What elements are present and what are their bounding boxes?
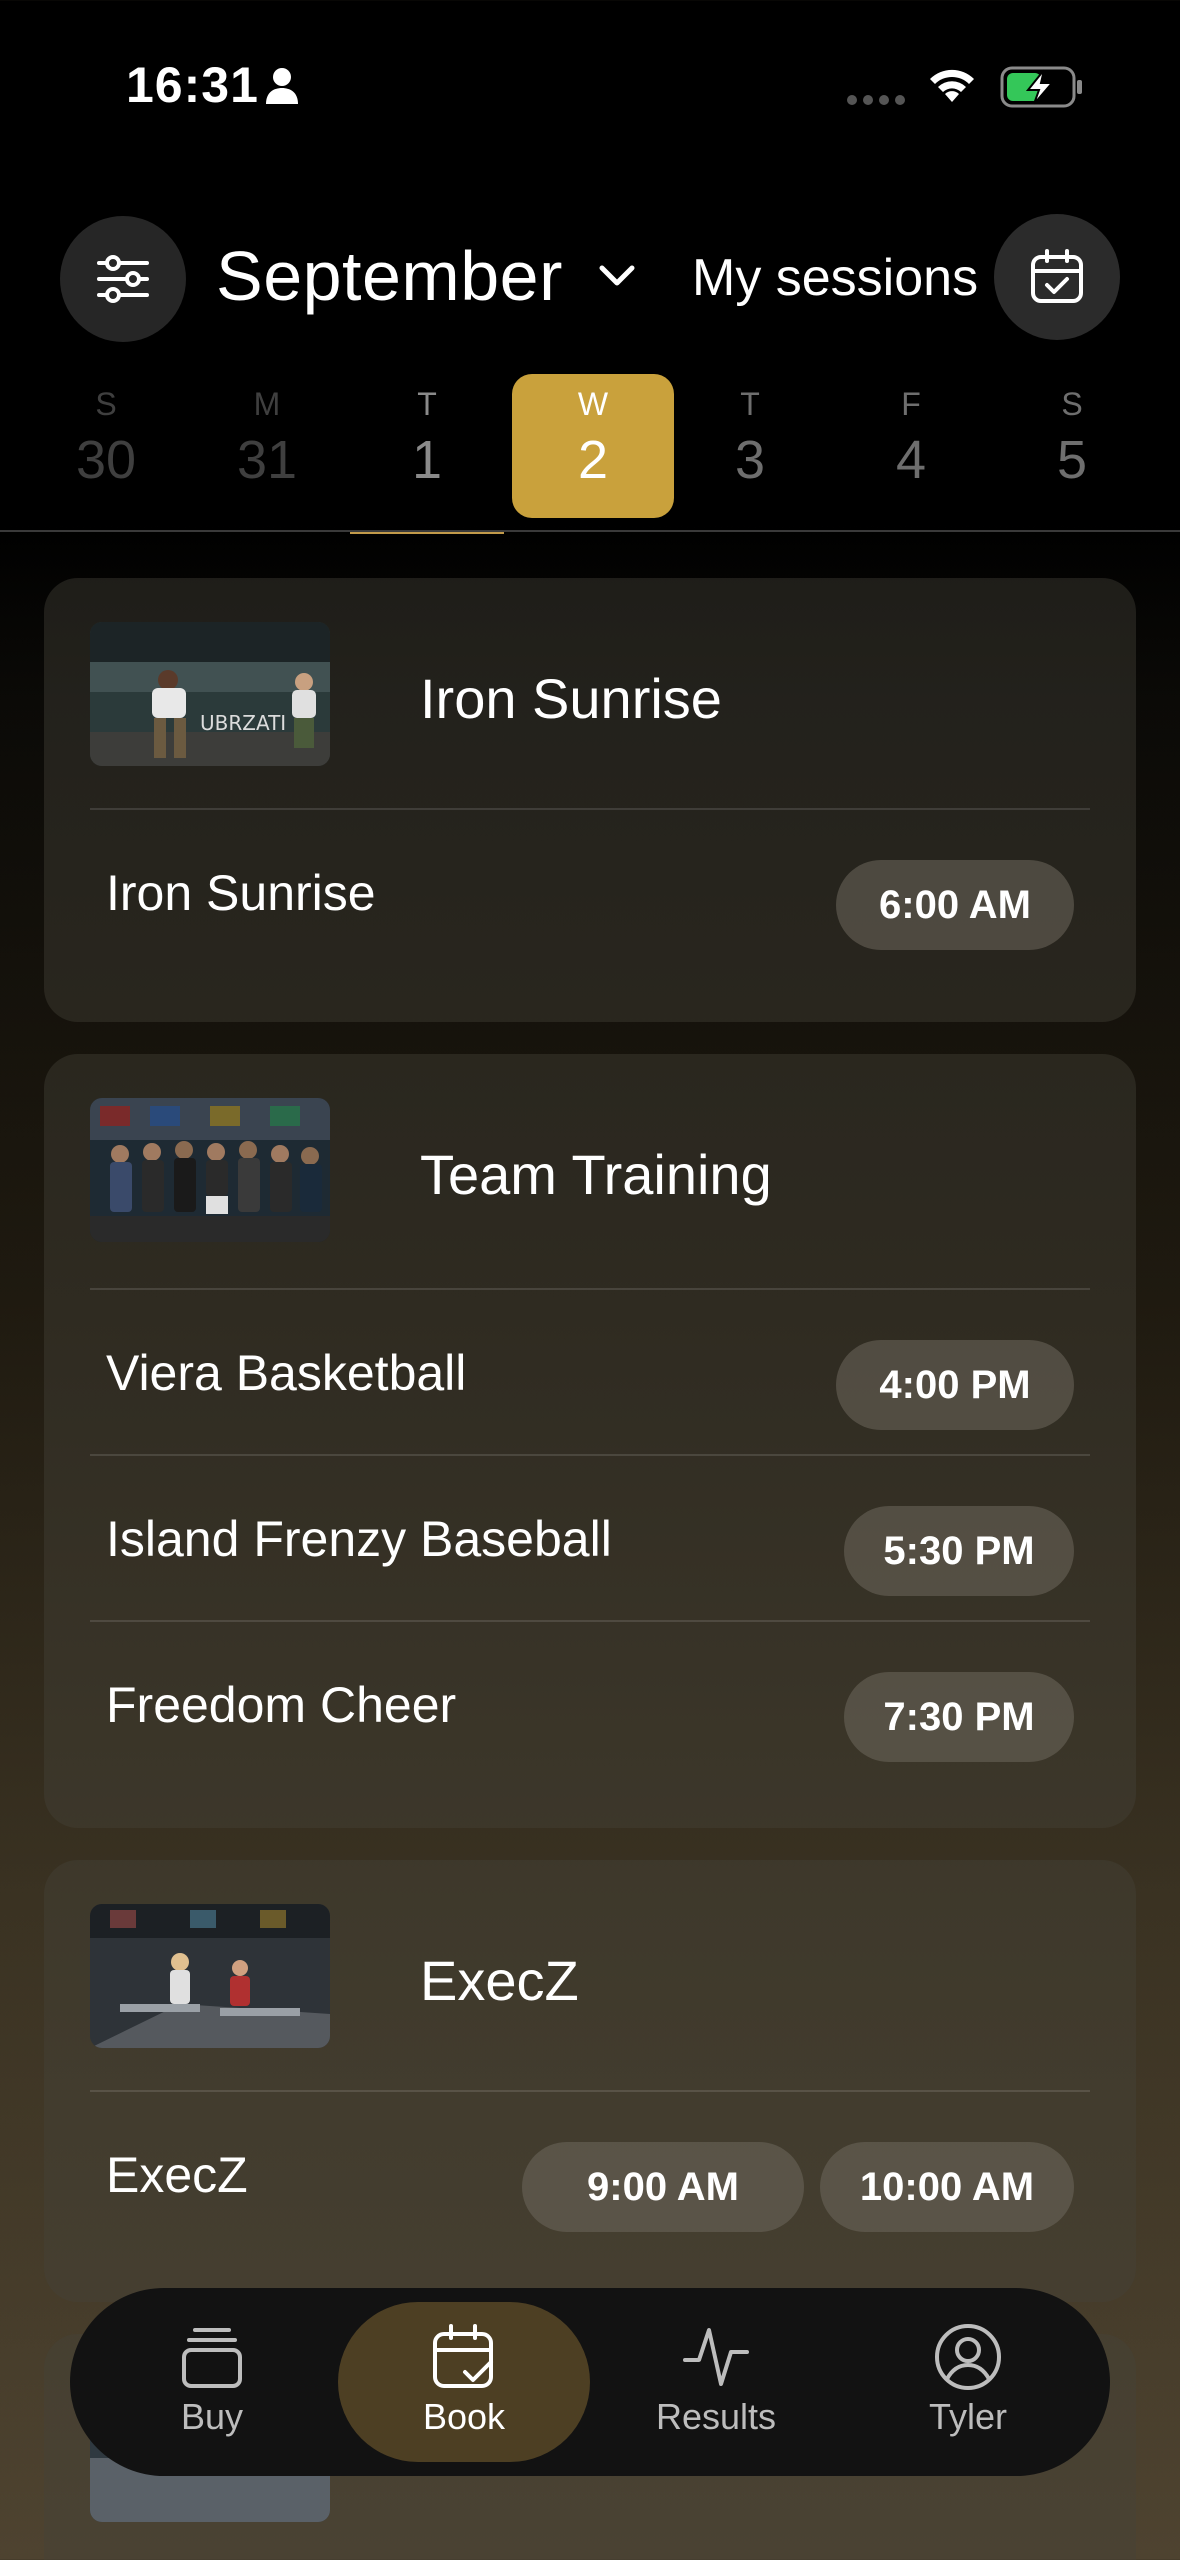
session-name: ExecZ xyxy=(106,2147,248,2203)
activity-icon xyxy=(683,2328,749,2386)
time-slot-button[interactable]: 4:00 PM xyxy=(836,1340,1074,1430)
session-name: Freedom Cheer xyxy=(106,1677,457,1733)
day-number: 2 xyxy=(577,430,609,490)
tab-label: Buy xyxy=(180,2396,244,2437)
tab-results[interactable]: Results xyxy=(590,2302,842,2462)
session-name: Iron Sunrise xyxy=(106,865,376,921)
session-row[interactable]: ExecZ 9:00 AM 10:00 AM xyxy=(90,2090,1090,2256)
day-letter: M xyxy=(253,386,281,422)
day-number: 1 xyxy=(411,430,443,490)
tab-book[interactable]: Book xyxy=(338,2302,590,2462)
time-slot-button[interactable]: 7:30 PM xyxy=(844,1672,1074,1762)
class-thumbnail: UBRZATI xyxy=(90,622,330,766)
divider xyxy=(0,530,1180,532)
class-thumbnail xyxy=(90,1098,330,1242)
day-item[interactable]: S 5 xyxy=(997,374,1147,518)
day-item[interactable]: F 4 xyxy=(836,374,986,518)
card-header[interactable]: UBRZATI Iron Sunrise xyxy=(90,622,1090,766)
session-row[interactable]: Island Frenzy Baseball 5:30 PM xyxy=(90,1454,1090,1620)
tab-buy[interactable]: Buy xyxy=(86,2302,338,2462)
tab-label: Book xyxy=(422,2396,506,2437)
person-icon xyxy=(266,68,298,104)
signal-dots-icon xyxy=(847,95,905,105)
class-thumbnail xyxy=(90,1904,330,2048)
day-item[interactable]: S 30 xyxy=(31,374,181,518)
chevron-down-icon[interactable] xyxy=(594,258,640,294)
card-header[interactable]: Team Training xyxy=(90,1098,1090,1242)
session-name: Island Frenzy Baseball xyxy=(106,1511,612,1567)
sliders-icon xyxy=(97,255,149,303)
session-name: Viera Basketball xyxy=(106,1345,467,1401)
stack-icon xyxy=(182,2328,242,2388)
class-card: Team Training Viera Basketball 4:00 PM I… xyxy=(44,1054,1136,1828)
time-slot-button[interactable]: 6:00 AM xyxy=(836,860,1074,950)
bottom-tab-bar: Buy Book Results Tyler xyxy=(70,2288,1110,2476)
day-item[interactable]: T 1 xyxy=(352,374,502,518)
calendar-button[interactable] xyxy=(994,214,1120,340)
svg-text:UBRZATI: UBRZATI xyxy=(200,711,286,735)
day-number: 31 xyxy=(236,430,298,490)
class-card: ExecZ ExecZ 9:00 AM 10:00 AM xyxy=(44,1860,1136,2302)
user-circle-icon xyxy=(935,2324,1001,2390)
day-letter: W xyxy=(577,386,609,422)
battery-charging-icon xyxy=(1000,66,1082,108)
tab-label: Tyler xyxy=(928,2396,1007,2437)
wifi-icon xyxy=(930,69,974,102)
calendar-check-icon xyxy=(433,2324,493,2388)
day-letter: T xyxy=(740,386,760,422)
tab-profile[interactable]: Tyler xyxy=(842,2302,1094,2462)
day-letter: S xyxy=(1061,386,1083,422)
class-card: UBRZATI Iron Sunrise Iron Sunrise 6:00 A… xyxy=(44,578,1136,1022)
class-title: ExecZ xyxy=(420,1949,579,2012)
class-title: Team Training xyxy=(420,1143,772,1206)
day-strip: S 30 M 31 T 1 W 2 T 3 F 4 S 5 xyxy=(0,374,1180,534)
day-letter: T xyxy=(417,386,437,422)
session-row[interactable]: Iron Sunrise 6:00 AM xyxy=(90,808,1090,974)
status-time: 16:31 xyxy=(126,57,259,113)
filter-button[interactable] xyxy=(60,216,186,342)
my-sessions-link[interactable]: My sessions xyxy=(692,248,978,308)
day-number: 30 xyxy=(75,430,137,490)
card-header[interactable]: ExecZ xyxy=(90,1904,1090,2048)
calendar-check-icon xyxy=(1031,249,1083,303)
month-selector[interactable]: September xyxy=(216,236,563,316)
time-slot-button[interactable]: 9:00 AM xyxy=(522,2142,804,2232)
day-letter: S xyxy=(95,386,117,422)
day-number: 4 xyxy=(895,430,927,490)
tab-label: Results xyxy=(655,2396,777,2437)
day-item[interactable]: M 31 xyxy=(192,374,342,518)
day-item-selected[interactable]: W 2 xyxy=(512,374,674,518)
day-number: 5 xyxy=(1056,430,1088,490)
status-bar: 16:31 xyxy=(0,0,1180,170)
day-item[interactable]: T 3 xyxy=(675,374,825,518)
day-number: 3 xyxy=(734,430,766,490)
class-title: Iron Sunrise xyxy=(420,667,722,730)
time-slot-button[interactable]: 5:30 PM xyxy=(844,1506,1074,1596)
session-row[interactable]: Freedom Cheer 7:30 PM xyxy=(90,1620,1090,1786)
time-slot-button[interactable]: 10:00 AM xyxy=(820,2142,1074,2232)
day-letter: F xyxy=(901,386,921,422)
session-row[interactable]: Viera Basketball 4:00 PM xyxy=(90,1288,1090,1454)
